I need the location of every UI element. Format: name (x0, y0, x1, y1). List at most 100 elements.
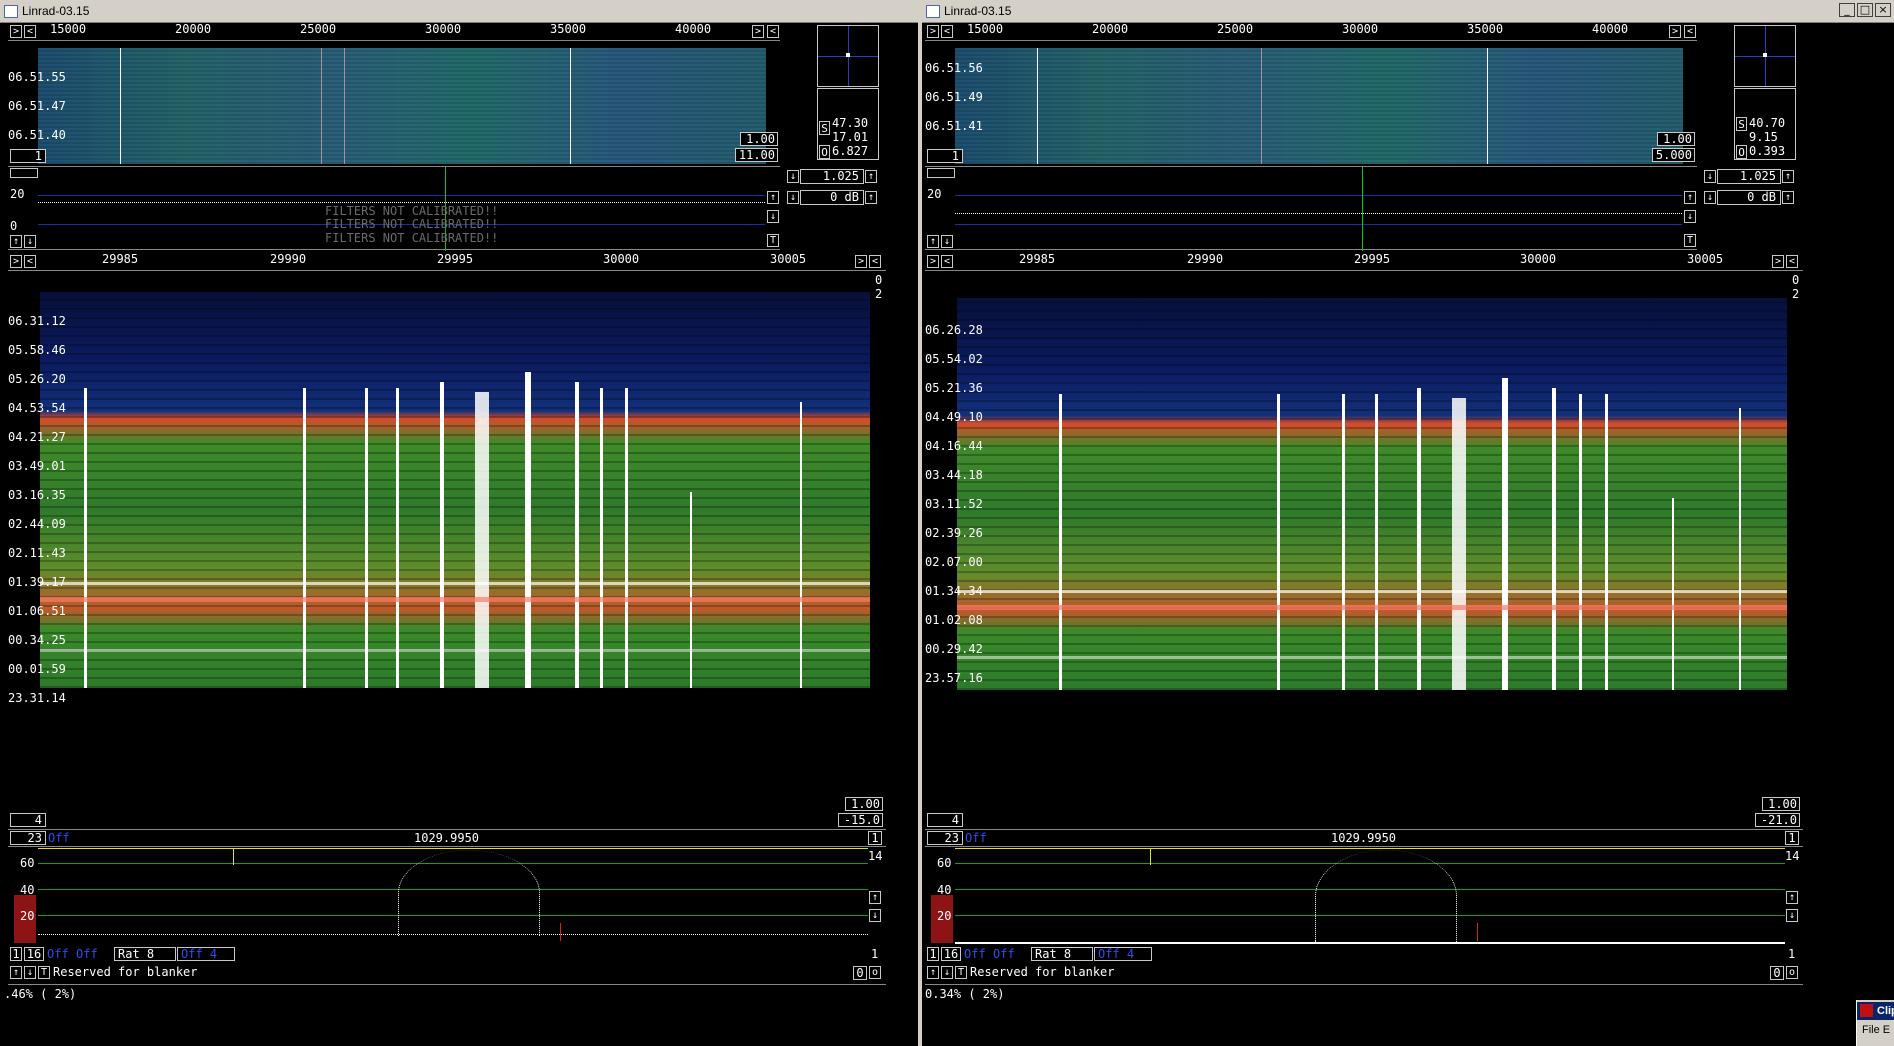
baseband-right-num[interactable]: 1 (1785, 831, 1799, 845)
bottom-off-1[interactable]: Off (47, 948, 69, 961)
bfo-marker[interactable] (1150, 848, 1151, 865)
scroll-left-button[interactable]: < (941, 255, 953, 268)
scroll-right-button[interactable]: > (927, 255, 939, 268)
scroll-right-button[interactable]: > (927, 25, 939, 38)
down-arrow-button[interactable]: ↓ (24, 966, 36, 979)
zoom-zero-box[interactable]: -15.0 (838, 813, 883, 827)
bfo-marker[interactable] (233, 848, 234, 865)
zoom-waterfall[interactable] (957, 298, 1787, 690)
scroll-left-button[interactable]: < (24, 255, 36, 268)
baseband-off[interactable]: Off (965, 832, 987, 845)
zoom-averages-box[interactable]: 4 (927, 813, 963, 827)
baseband-off[interactable]: Off (48, 832, 70, 845)
bottom-a[interactable]: 1 (10, 947, 22, 961)
wide-spectrum[interactable] (925, 166, 1697, 251)
polarization-display[interactable] (817, 25, 879, 87)
wide-scale-box[interactable] (10, 168, 38, 178)
wide-scale-box[interactable] (927, 168, 955, 178)
t-button[interactable]: T (767, 234, 779, 247)
clipboard-window[interactable]: Clip File E (1856, 1000, 1894, 1046)
o-button[interactable]: o (869, 966, 881, 979)
down-arrow-button[interactable]: ↓ (869, 909, 881, 922)
polarization-display[interactable] (1734, 25, 1796, 87)
bottom-b[interactable]: 16 (941, 947, 961, 961)
down-arrow-button[interactable]: ↓ (1684, 210, 1696, 223)
down-arrow-button[interactable]: ↓ (787, 191, 799, 204)
scroll-left-button[interactable]: < (1684, 25, 1696, 38)
down-arrow-button[interactable]: ↓ (787, 170, 799, 183)
scroll-right-button[interactable]: > (10, 25, 22, 38)
baseband-left-num[interactable]: 23 (927, 831, 963, 845)
db-value[interactable]: 0 dB (1717, 190, 1781, 205)
scroll-left-button[interactable]: < (767, 25, 779, 38)
bottom-b[interactable]: 16 (24, 947, 44, 961)
up-arrow-button[interactable]: ↑ (865, 170, 877, 183)
baseband-right-num[interactable]: 1 (868, 831, 882, 845)
baseband-spectrum[interactable] (925, 848, 1803, 944)
down-arrow-button[interactable]: ↓ (941, 235, 953, 248)
blanker-value[interactable]: 0 (853, 966, 867, 980)
up-arrow-button[interactable]: ↑ (1782, 191, 1794, 204)
scroll-right-button[interactable]: > (10, 255, 22, 268)
up-arrow-button[interactable]: ↑ (869, 891, 881, 904)
up-arrow-button[interactable]: ↑ (865, 191, 877, 204)
ratio-value[interactable]: 1.025 (800, 169, 864, 184)
baseband-spectrum[interactable] (8, 848, 886, 944)
zoom-averages-box[interactable]: 4 (10, 813, 46, 827)
down-arrow-button[interactable]: ↓ (24, 235, 36, 248)
wide-waterfall[interactable] (955, 48, 1683, 164)
frequency-marker[interactable] (1362, 167, 1363, 251)
zoom-gain-box[interactable]: 1.00 (845, 797, 883, 811)
offs-box[interactable]: Off 4 (1094, 947, 1152, 961)
carrier-marker[interactable] (1477, 923, 1478, 941)
down-arrow-button[interactable]: ↓ (767, 210, 779, 223)
up-arrow-button[interactable]: ↑ (1782, 170, 1794, 183)
up-arrow-button[interactable]: ↑ (927, 235, 939, 248)
down-arrow-button[interactable]: ↓ (1786, 909, 1798, 922)
scroll-left-button[interactable]: < (24, 25, 36, 38)
bottom-a[interactable]: 1 (927, 947, 939, 961)
t-button[interactable]: T (1684, 234, 1696, 247)
bottom-off-1[interactable]: Off (964, 948, 986, 961)
titlebar[interactable]: Linrad-03.15 (0, 0, 920, 23)
waterfall-zero-box[interactable]: 11.00 (735, 148, 778, 162)
scroll-right-button[interactable]: > (752, 25, 764, 38)
t-button[interactable]: T (38, 966, 50, 979)
db-value[interactable]: 0 dB (800, 190, 864, 205)
titlebar[interactable]: Linrad-03.15 _ □ × (922, 0, 1894, 23)
rat-box[interactable]: Rat 8 (114, 947, 176, 961)
close-button[interactable]: × (1875, 3, 1891, 17)
up-arrow-button[interactable]: ↑ (927, 966, 939, 979)
up-arrow-button[interactable]: ↑ (10, 966, 22, 979)
down-arrow-button[interactable]: ↓ (941, 966, 953, 979)
baseband-left-num[interactable]: 23 (10, 831, 46, 845)
down-arrow-button[interactable]: ↓ (1704, 170, 1716, 183)
carrier-marker[interactable] (560, 923, 561, 941)
waterfall-gain-box[interactable]: 1.00 (740, 132, 778, 146)
scroll-left-button[interactable]: < (941, 25, 953, 38)
up-arrow-button[interactable]: ↑ (1786, 891, 1798, 904)
o-button[interactable]: o (1786, 966, 1798, 979)
bottom-off-2[interactable]: Off (993, 948, 1015, 961)
scroll-right-button[interactable]: > (1669, 25, 1681, 38)
minimize-button[interactable]: _ (1839, 3, 1855, 17)
offs-box[interactable]: Off 4 (177, 947, 235, 961)
up-arrow-button[interactable]: ↑ (10, 235, 22, 248)
zoom-waterfall[interactable] (40, 292, 870, 688)
clipboard-menu[interactable]: File E (1862, 1024, 1890, 1036)
ratio-value[interactable]: 1.025 (1717, 169, 1781, 184)
zoom-zero-box[interactable]: -21.0 (1755, 813, 1800, 827)
waterfall-gain-box[interactable]: 1.00 (1657, 132, 1695, 146)
rat-box[interactable]: Rat 8 (1031, 947, 1093, 961)
blanker-value[interactable]: 0 (1770, 966, 1784, 980)
scroll-right-button[interactable]: > (855, 255, 867, 268)
bottom-off-2[interactable]: Off (76, 948, 98, 961)
t-button[interactable]: T (955, 966, 967, 979)
down-arrow-button[interactable]: ↓ (1704, 191, 1716, 204)
zoom-gain-box[interactable]: 1.00 (1762, 797, 1800, 811)
waterfall-averages-box[interactable]: 1 (927, 149, 963, 163)
maximize-button[interactable]: □ (1857, 3, 1873, 17)
waterfall-zero-box[interactable]: 5.000 (1652, 148, 1695, 162)
scroll-left-button[interactable]: < (1786, 255, 1798, 268)
scroll-right-button[interactable]: > (1772, 255, 1784, 268)
